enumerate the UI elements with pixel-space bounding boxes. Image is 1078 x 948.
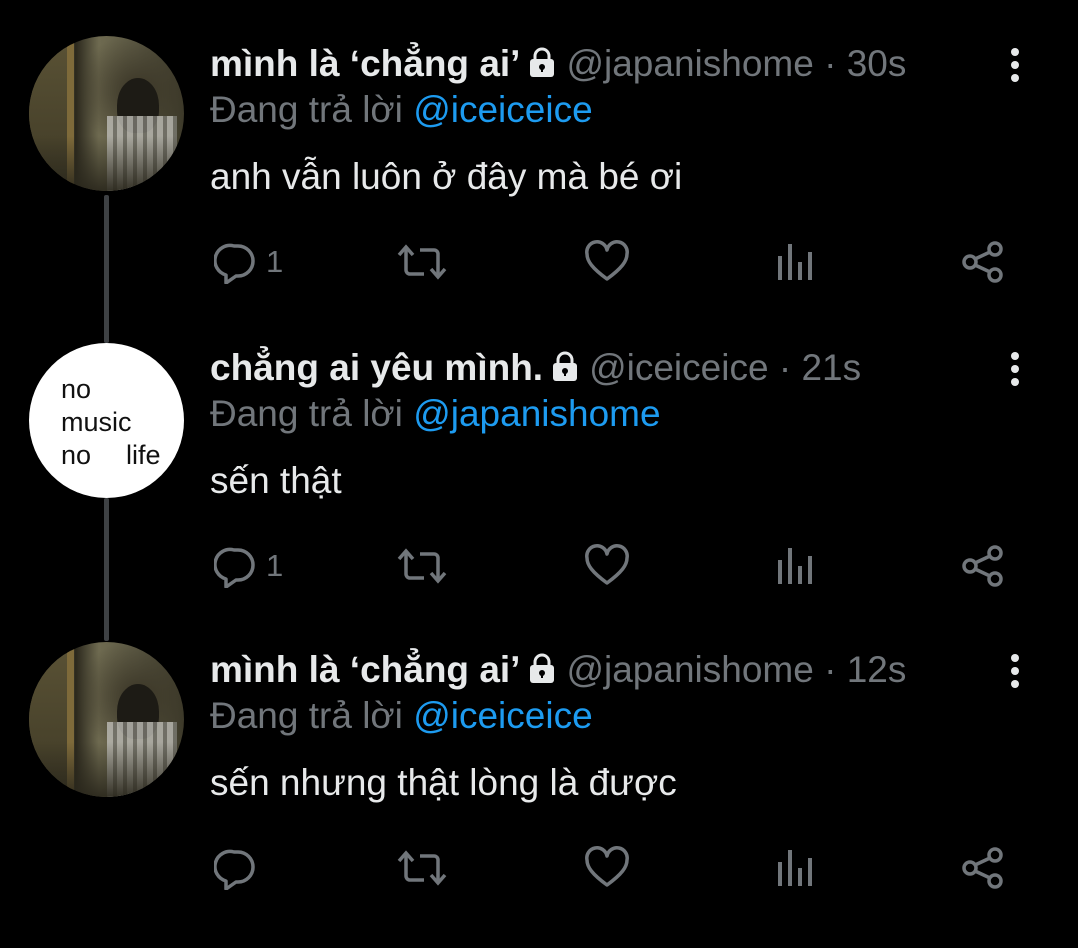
like-button[interactable] [584, 541, 630, 591]
reply-button[interactable]: 1 [214, 237, 283, 287]
avatar-text: life [126, 440, 161, 470]
share-button[interactable] [960, 843, 1006, 893]
avatar[interactable] [29, 642, 184, 797]
views-chart-icon [778, 850, 812, 886]
retweet-button[interactable] [396, 237, 448, 287]
like-button[interactable] [584, 843, 630, 893]
retweet-button[interactable] [396, 541, 448, 591]
avatar-text: no [61, 374, 92, 404]
heart-icon [585, 240, 629, 281]
avatar-text: music [61, 407, 132, 437]
reply-bubble-icon [214, 243, 255, 284]
heart-icon [585, 544, 629, 585]
share-button[interactable] [960, 237, 1006, 287]
avatar[interactable]: no music no life [29, 343, 184, 498]
tweet-text: sến nhưng thật lòng là được [210, 762, 677, 803]
tweet[interactable]: no music no life chẳng ai yêu mình. @icei… [0, 343, 1078, 646]
timestamp[interactable]: 30s [847, 43, 907, 84]
retweet-icon [397, 244, 447, 280]
reply-button[interactable] [214, 843, 266, 893]
separator-dot: · [778, 347, 792, 388]
share-icon [962, 545, 1003, 587]
display-name[interactable]: mình là ‘chẳng ai’ [210, 649, 520, 690]
retweet-button[interactable] [396, 843, 448, 893]
tweet-text: anh vẫn luôn ở đây mà bé ơi [210, 156, 683, 197]
reply-count: 1 [266, 244, 284, 279]
heart-icon [585, 846, 629, 887]
views-chart-icon [778, 244, 812, 280]
replying-label: Đang trả lời [210, 89, 403, 130]
more-vertical-icon[interactable] [1005, 352, 1025, 392]
avatar[interactable] [29, 36, 184, 191]
replying-label: Đang trả lời [210, 695, 403, 736]
lock-icon [549, 348, 581, 392]
lock-icon [526, 44, 558, 88]
tweet-header: mình là ‘chẳng ai’ @japanishome · 30s [210, 42, 906, 86]
action-bar: 1 [210, 541, 1030, 591]
views-button[interactable] [776, 541, 816, 591]
avatar-text: no [61, 440, 92, 470]
like-button[interactable] [584, 237, 630, 287]
action-bar [210, 843, 1030, 893]
replying-to: Đang trả lời @japanishome [210, 392, 661, 436]
tweet[interactable]: mình là ‘chẳng ai’ @japanishome · 30s Đan… [0, 36, 1078, 342]
user-handle[interactable]: @iceiceice [589, 347, 768, 388]
retweet-icon [397, 850, 447, 886]
more-vertical-icon[interactable] [1005, 48, 1025, 88]
mention-link[interactable]: @iceiceice [413, 89, 592, 130]
action-bar: 1 [210, 237, 1030, 287]
display-name[interactable]: chẳng ai yêu mình. [210, 347, 543, 388]
separator-dot: · [824, 43, 837, 84]
user-handle[interactable]: @japanishome [566, 43, 813, 84]
reply-bubble-icon [214, 547, 255, 588]
tweet-header: mình là ‘chẳng ai’ @japanishome · 12s [210, 648, 906, 692]
views-button[interactable] [776, 237, 816, 287]
retweet-icon [397, 548, 447, 584]
timestamp[interactable]: 21s [801, 347, 861, 388]
user-handle[interactable]: @japanishome [566, 649, 813, 690]
display-name[interactable]: mình là ‘chẳng ai’ [210, 43, 520, 84]
replying-label: Đang trả lời [210, 393, 403, 434]
share-icon [962, 241, 1003, 283]
tweet-text: sến thật [210, 460, 342, 501]
mention-link[interactable]: @iceiceice [413, 695, 592, 736]
views-button[interactable] [776, 843, 816, 893]
tweet-header: chẳng ai yêu mình. @iceiceice · 21s [210, 346, 861, 390]
reply-count: 1 [266, 548, 284, 583]
views-chart-icon [778, 548, 812, 584]
replying-to: Đang trả lời @iceiceice [210, 694, 593, 738]
mention-link[interactable]: @japanishome [413, 393, 660, 434]
tweet[interactable]: mình là ‘chẳng ai’ @japanishome · 12s Đan… [0, 642, 1078, 948]
more-vertical-icon[interactable] [1005, 654, 1025, 694]
reply-button[interactable]: 1 [214, 541, 283, 591]
lock-icon [526, 650, 558, 694]
replying-to: Đang trả lời @iceiceice [210, 88, 593, 132]
reply-bubble-icon [214, 849, 255, 890]
share-icon [962, 847, 1003, 889]
separator-dot: · [824, 649, 837, 690]
share-button[interactable] [960, 541, 1006, 591]
timestamp[interactable]: 12s [847, 649, 907, 690]
